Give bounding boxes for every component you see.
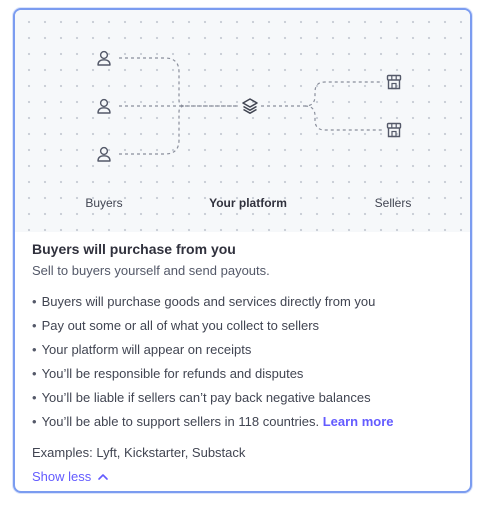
list-item: • Buyers will purchase goods and services… <box>32 294 376 309</box>
examples-text: Lyft, Kickstarter, Substack <box>96 445 246 460</box>
option-details: Buyers will purchase from you Sell to bu… <box>32 240 457 486</box>
show-less-button[interactable]: Show less <box>32 469 109 484</box>
bullet-list: • Buyers will purchase goods and services… <box>32 290 457 434</box>
list-item: • Pay out some or all of what you collect… <box>32 318 320 333</box>
learn-more-link[interactable]: Learn more <box>323 414 394 429</box>
bullet-text: Your platform will appear on receipts <box>41 342 252 357</box>
platform-label: Your platform <box>209 196 287 210</box>
person-icon <box>95 145 113 163</box>
sellers-label: Sellers <box>374 196 412 210</box>
person-icon <box>95 97 113 115</box>
chevron-up-icon <box>98 473 109 480</box>
list-item: • Your platform will appear on receipts <box>32 342 252 357</box>
bullet-text: You’ll be able to support sellers in 118… <box>41 414 320 429</box>
examples-line: Examples: Lyft, Kickstarter, Substack <box>32 444 457 461</box>
option-card[interactable]: Buyers Your platform Sellers Buyers will… <box>13 8 472 493</box>
layers-icon <box>241 97 259 115</box>
storefront-icon <box>385 73 403 91</box>
buyers-label: Buyers <box>85 196 123 210</box>
examples-label: Examples: <box>32 445 93 460</box>
option-title: Buyers will purchase from you <box>32 241 236 257</box>
list-item: • You’ll be responsible for refunds and d… <box>32 366 304 381</box>
option-subtitle: Sell to buyers yourself and send payouts… <box>32 263 270 278</box>
bullet-text: Buyers will purchase goods and services … <box>41 294 376 309</box>
list-item: • You’ll be liable if sellers can’t pay b… <box>32 390 371 405</box>
bullet-text: You’ll be liable if sellers can’t pay ba… <box>41 390 371 405</box>
bullet-text: Pay out some or all of what you collect … <box>41 318 320 333</box>
flow-diagram: Buyers Your platform Sellers <box>15 10 470 232</box>
storefront-icon <box>385 121 403 139</box>
bullet-text: You’ll be responsible for refunds and di… <box>41 366 304 381</box>
show-less-label: Show less <box>32 469 92 484</box>
person-icon <box>95 49 113 67</box>
list-item: • You’ll be able to support sellers in 11… <box>32 414 394 429</box>
